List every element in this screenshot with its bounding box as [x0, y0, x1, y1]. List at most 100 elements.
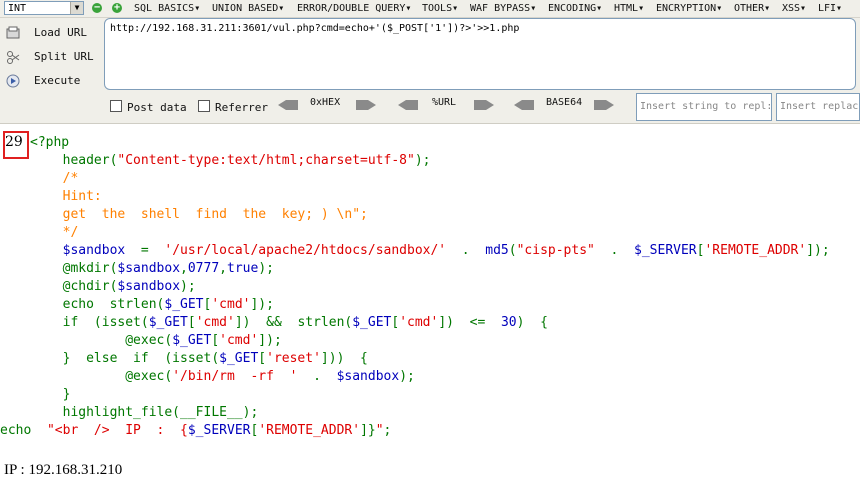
code-token: $_GET: [219, 351, 259, 366]
post-data-checkbox[interactable]: Post data: [110, 100, 187, 114]
menu-tools[interactable]: TOOLS▾: [422, 0, 458, 17]
code-token: 'cmd': [219, 333, 259, 348]
code-token: );: [414, 153, 431, 168]
insert-string-input[interactable]: Insert string to repl:: [636, 93, 772, 121]
code-line: $sandbox = '/usr/local/apache2/htdocs/sa…: [0, 242, 860, 260]
url-decode-arrow-icon[interactable]: [398, 100, 418, 110]
base64-label: BASE64: [546, 97, 583, 108]
base64-decode-arrow-icon[interactable]: [514, 100, 534, 110]
url-text: http://192.168.31.211:3601/vul.php?cmd=e…: [110, 23, 520, 34]
code-token: [: [211, 333, 220, 348]
code-token: ,: [180, 261, 188, 276]
code-token: ]);: [806, 243, 830, 258]
code-token: md5: [485, 243, 509, 258]
code-token: ]);: [258, 333, 282, 348]
menu-other[interactable]: OTHER▾: [734, 0, 770, 17]
execute-button[interactable]: Execute: [0, 70, 100, 92]
code-token: ": [375, 423, 384, 438]
code-token: );: [399, 369, 415, 384]
code-token: echo strlen(: [0, 297, 165, 312]
execute-label: Execute: [34, 74, 81, 87]
code-token: /*: [0, 171, 79, 186]
code-token: ]) <=: [438, 315, 501, 330]
code-token: '/usr/local/apache2/htdocs/sandbox/': [164, 243, 447, 258]
url-encode-arrow-icon[interactable]: [474, 100, 494, 110]
code-token: @exec(: [0, 333, 173, 348]
code-token: $sandbox: [117, 279, 181, 294]
code-line: highlight_file(__FILE__);: [0, 404, 860, 422]
code-token: $_GET: [148, 315, 188, 330]
code-token: 0777: [187, 261, 220, 276]
url-encode-label: %URL: [432, 97, 457, 108]
code-line: get the shell find the key; ) \n";: [0, 206, 860, 224]
code-token: 'cmd': [211, 297, 251, 312]
code-token: 'cmd': [195, 315, 235, 330]
referrer-label: Referrer: [215, 101, 268, 114]
hex-decode-arrow-icon[interactable]: [278, 100, 298, 110]
split-url-icon: [7, 51, 20, 64]
code-token: highlight_file(__FILE__);: [0, 405, 259, 420]
code-token: $_GET: [352, 315, 392, 330]
code-token: );: [180, 279, 196, 294]
code-line: echo "<br /> IP : {$_SERVER['REMOTE_ADDR…: [0, 422, 860, 440]
menu-xss[interactable]: XSS▾: [782, 0, 806, 17]
code-token: "<br /> IP : {: [46, 423, 188, 438]
load-url-button[interactable]: Load URL: [0, 22, 100, 44]
menu-html[interactable]: HTML▾: [614, 0, 644, 17]
int-select[interactable]: INT ▼: [4, 1, 84, 15]
code-token: ) {: [516, 315, 548, 330]
code-token: '/bin/rm -rf ': [172, 369, 298, 384]
menu-error-double-query[interactable]: ERROR/DOUBLE QUERY▾: [297, 0, 411, 17]
code-token: } else if (isset(: [0, 351, 220, 366]
code-token: @exec(: [0, 369, 173, 384]
hackbar-toolbar: INT ▼ − + SQL BASICS▾ UNION BASED▾ ERROR…: [0, 0, 860, 124]
insert-replace-input[interactable]: Insert replac: [776, 93, 860, 121]
split-url-label: Split URL: [34, 50, 94, 63]
code-token: (: [508, 243, 517, 258]
code-token: }: [0, 387, 71, 402]
code-token: <?php: [30, 135, 70, 150]
code-token: $sandbox: [0, 243, 126, 258]
load-url-icon: [6, 26, 20, 39]
code-token: ,: [219, 261, 227, 276]
code-line: echo strlen($_GET['cmd']);: [0, 296, 860, 314]
code-token: ]}: [360, 423, 376, 438]
code-token: [: [187, 315, 196, 330]
int-select-value: INT: [8, 3, 27, 14]
hex-encode-arrow-icon[interactable]: [356, 100, 376, 110]
code-token: ]) && strlen(: [234, 315, 353, 330]
base64-encode-arrow-icon[interactable]: [594, 100, 614, 110]
minus-icon[interactable]: −: [92, 3, 102, 13]
menu-encoding[interactable]: ENCODING▾: [548, 0, 602, 17]
code-line: @mkdir($sandbox,0777,true);: [0, 260, 860, 278]
menu-lfi[interactable]: LFI▾: [818, 0, 842, 17]
play-icon: [6, 74, 20, 88]
code-line: } else if (isset($_GET['reset'])) {: [0, 350, 860, 368]
code-token: .: [594, 243, 635, 258]
menu-sql-basics[interactable]: SQL BASICS▾: [134, 0, 200, 17]
menu-union-based[interactable]: UNION BASED▾: [212, 0, 284, 17]
code-line: /*: [0, 170, 860, 188]
code-line: <?php: [0, 134, 860, 152]
code-token: =: [125, 243, 165, 258]
code-token: 30: [500, 315, 517, 330]
insert-string-placeholder: Insert string to repl:: [640, 101, 772, 112]
plus-icon[interactable]: +: [112, 3, 122, 13]
code-token: $_GET: [172, 333, 212, 348]
referrer-checkbox[interactable]: Referrer: [198, 100, 268, 114]
referrer-check[interactable]: [198, 100, 210, 112]
code-line: @exec($_GET['cmd']);: [0, 332, 860, 350]
code-line: }: [0, 386, 860, 404]
insert-replace-placeholder: Insert replac: [780, 101, 859, 112]
url-textarea[interactable]: http://192.168.31.211:3601/vul.php?cmd=e…: [104, 18, 856, 90]
post-data-check[interactable]: [110, 100, 122, 112]
menu-encryption[interactable]: ENCRYPTION▾: [656, 0, 722, 17]
menu-waf-bypass[interactable]: WAF BYPASS▾: [470, 0, 536, 17]
split-url-button[interactable]: Split URL: [0, 46, 100, 68]
code-token: $sandbox: [336, 369, 400, 384]
code-token: 'reset': [266, 351, 321, 366]
code-token: @mkdir(: [0, 261, 118, 276]
code-token: Hint:: [0, 189, 102, 204]
code-token: header(: [0, 153, 118, 168]
code-line: header("Content-type:text/html;charset=u…: [0, 152, 860, 170]
